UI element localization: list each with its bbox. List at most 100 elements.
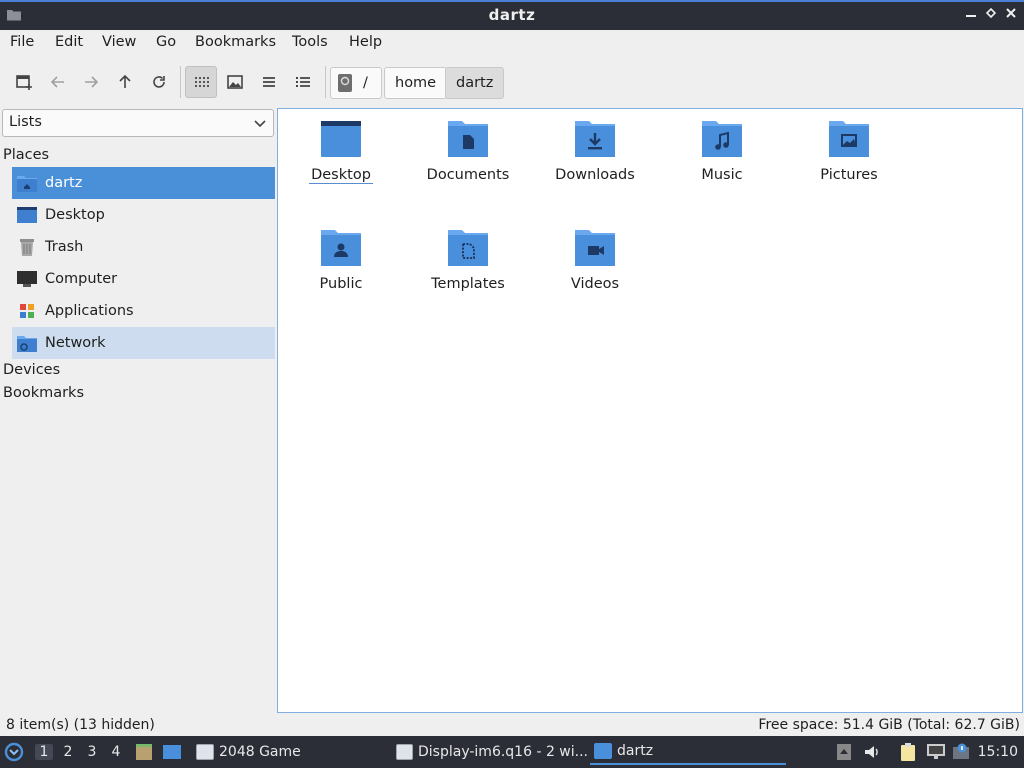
tray-network[interactable] xyxy=(926,742,946,762)
sidebar-item-label: Desktop xyxy=(45,207,105,223)
tray-updates[interactable] xyxy=(952,742,972,762)
back-button[interactable] xyxy=(42,66,74,98)
menu-go[interactable]: Go xyxy=(156,34,176,50)
sidebar-item-desktop[interactable]: Desktop xyxy=(12,199,275,231)
free-space-status: Free space: 51.4 GiB (Total: 62.7 GiB) xyxy=(758,717,1020,733)
workspace-1[interactable]: 1 xyxy=(35,744,53,760)
bookmarks-section-header[interactable]: Bookmarks xyxy=(3,385,84,401)
menu-help[interactable]: Help xyxy=(349,34,382,50)
window-title: dartz xyxy=(488,6,536,24)
breadcrumb-current-label: dartz xyxy=(456,75,494,91)
sidebar-item-computer[interactable]: Computer xyxy=(12,263,275,295)
window-icon xyxy=(196,744,214,760)
start-menu-button[interactable] xyxy=(4,742,24,762)
clock[interactable]: 15:10 xyxy=(978,744,1018,760)
network-monitor-icon xyxy=(927,744,945,759)
folder-item-music[interactable]: Music xyxy=(666,111,778,201)
folder-label: Music xyxy=(701,167,743,183)
compact-view-button[interactable] xyxy=(253,66,285,98)
clipboard-icon xyxy=(901,743,915,761)
minimize-icon xyxy=(966,15,976,17)
folder-item-public[interactable]: Public xyxy=(285,220,397,310)
task-label: dartz xyxy=(617,743,654,759)
menu-bookmarks[interactable]: Bookmarks xyxy=(195,34,276,50)
close-button[interactable] xyxy=(1002,6,1020,24)
arrow-right-icon xyxy=(85,76,99,88)
folder-item-downloads[interactable]: Downloads xyxy=(539,111,651,201)
sidebar-item-label: Trash xyxy=(45,239,84,255)
breadcrumb-home[interactable]: home xyxy=(384,67,448,99)
workspace-2[interactable]: 2 xyxy=(59,744,77,760)
detailed-list-icon xyxy=(296,77,310,87)
devices-section-header[interactable]: Devices xyxy=(3,362,60,378)
icon-view-button[interactable] xyxy=(185,66,217,98)
title-bar: dartz xyxy=(0,0,1024,30)
quicklaunch-file-manager[interactable] xyxy=(134,742,154,762)
task-label: Display-im6.q16 - 2 wi... xyxy=(418,744,588,760)
public-folder-icon xyxy=(321,230,361,266)
folder-item-documents[interactable]: Documents xyxy=(412,111,524,201)
places-section-header[interactable]: Places xyxy=(3,147,49,163)
tray-notifications[interactable] xyxy=(834,742,854,762)
breadcrumb-root[interactable]: / xyxy=(330,67,382,99)
menu-file[interactable]: File xyxy=(10,34,34,50)
sidebar-item-trash[interactable]: Trash xyxy=(12,231,275,263)
folder-item-templates[interactable]: Templates xyxy=(412,220,524,310)
folder-label: Public xyxy=(319,276,363,292)
computer-icon xyxy=(16,268,38,290)
breadcrumb-current[interactable]: dartz xyxy=(445,67,505,99)
sidebar-item-applications[interactable]: Applications xyxy=(12,295,275,327)
folder-label: Templates xyxy=(431,276,505,292)
thumbnail-view-button[interactable] xyxy=(219,66,251,98)
tray-volume[interactable] xyxy=(862,742,882,762)
tray-clipboard[interactable] xyxy=(898,742,918,762)
new-tab-icon xyxy=(16,75,32,90)
pictures-folder-icon xyxy=(829,121,869,157)
desktop-folder-icon xyxy=(321,121,361,157)
list-icon xyxy=(263,77,275,87)
menu-edit[interactable]: Edit xyxy=(55,34,83,50)
minimize-button[interactable] xyxy=(962,6,980,24)
workspace-4[interactable]: 4 xyxy=(107,744,125,760)
task-2048-game[interactable]: 2048 Game xyxy=(192,739,388,765)
folder-label: Documents xyxy=(426,167,510,183)
folder-icon xyxy=(594,743,612,759)
sidebar-item-home[interactable]: dartz xyxy=(12,167,275,199)
menu-tools[interactable]: Tools xyxy=(292,34,328,50)
desktop-folder-icon xyxy=(16,204,38,226)
breadcrumb-root-label: / xyxy=(363,75,368,91)
maximize-button[interactable] xyxy=(982,6,1000,24)
volume-icon xyxy=(865,746,878,758)
arrow-left-icon xyxy=(50,76,64,88)
detailed-view-button[interactable] xyxy=(287,66,319,98)
folder-item-pictures[interactable]: Pictures xyxy=(793,111,905,201)
side-pane-mode-select[interactable]: Lists xyxy=(2,109,274,137)
quicklaunch-show-desktop[interactable] xyxy=(162,742,182,762)
sidebar: Lists Places dartz Desktop Trash Compute… xyxy=(0,106,276,712)
task-label: 2048 Game xyxy=(219,744,301,760)
documents-folder-icon xyxy=(448,121,488,157)
reload-button[interactable] xyxy=(143,66,175,98)
task-display-im6[interactable]: Display-im6.q16 - 2 wi... xyxy=(392,739,588,765)
forward-button[interactable] xyxy=(75,66,107,98)
new-tab-button[interactable] xyxy=(8,66,40,98)
show-desktop-icon xyxy=(163,745,181,759)
menu-view[interactable]: View xyxy=(102,34,136,50)
chevron-down-icon xyxy=(254,120,266,128)
toolbar-separator xyxy=(325,66,326,98)
close-icon xyxy=(1006,8,1016,18)
task-dartz[interactable]: dartz xyxy=(590,739,786,765)
up-button[interactable] xyxy=(109,66,141,98)
folder-item-desktop[interactable]: Desktop xyxy=(285,111,397,201)
sidebar-item-network[interactable]: Network xyxy=(12,327,275,359)
workspace-3[interactable]: 3 xyxy=(83,744,101,760)
reload-icon xyxy=(153,76,165,88)
videos-folder-icon xyxy=(575,230,615,266)
file-view[interactable]: Desktop Documents Downloads Music Pictur… xyxy=(277,108,1023,713)
taskbar: 1 2 3 4 2048 Game Display-im6.q16 - 2 wi… xyxy=(0,736,1024,768)
arrow-up-icon xyxy=(119,74,131,88)
downloads-folder-icon xyxy=(575,121,615,157)
folder-item-videos[interactable]: Videos xyxy=(539,220,651,310)
maximize-icon xyxy=(985,7,997,19)
grid-icon xyxy=(195,77,209,87)
